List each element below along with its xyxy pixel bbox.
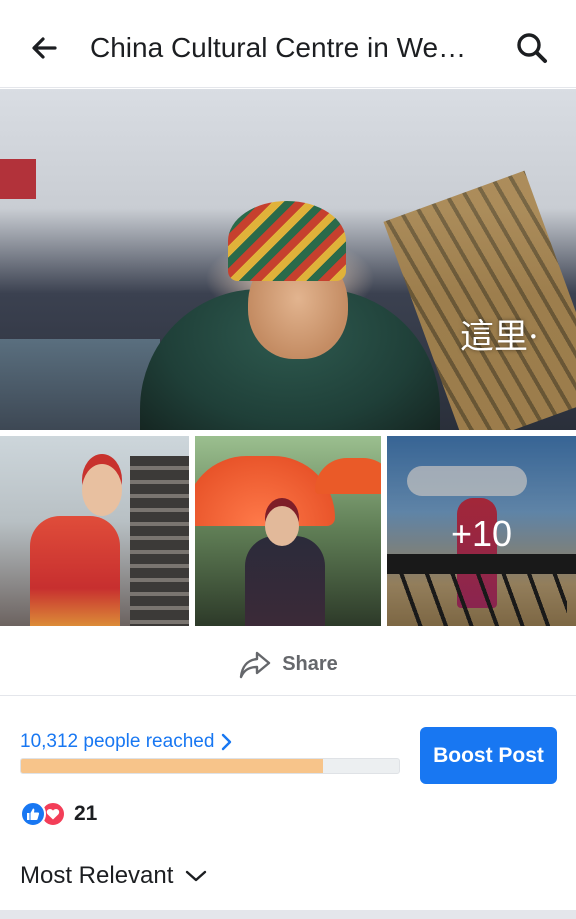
reach-progress-fill — [21, 759, 324, 773]
post-photo-2[interactable] — [0, 436, 189, 626]
dancer-head-shape — [82, 464, 122, 516]
girl-face-shape — [265, 506, 299, 546]
section-divider — [0, 910, 576, 919]
like-icon — [20, 801, 46, 827]
girl-shape — [245, 536, 325, 626]
reach-progress-bar — [20, 758, 400, 774]
drum-tower-shape — [130, 456, 189, 626]
share-button[interactable]: Share — [228, 643, 348, 687]
umbrella-shape-2 — [315, 458, 381, 494]
search-icon — [517, 33, 547, 63]
share-row: Share — [0, 634, 576, 696]
reactions-summary[interactable]: 21 — [20, 800, 97, 828]
search-button[interactable] — [508, 26, 556, 70]
share-icon — [240, 651, 271, 678]
chevron-right-icon — [222, 733, 232, 751]
page-title: China Cultural Centre in We… — [90, 32, 467, 63]
people-reached-label: 10,312 people reached — [20, 731, 215, 752]
people-reached-link[interactable]: 10,312 people reached — [20, 730, 232, 754]
top-app-bar: China Cultural Centre in We… — [0, 0, 576, 88]
share-label: Share — [282, 653, 338, 675]
crowd-shape — [0, 339, 160, 430]
more-photos-count: +10 — [450, 513, 513, 554]
flag-shape — [0, 159, 36, 199]
boost-post-button[interactable]: Boost Post — [420, 727, 557, 784]
dancer-shape — [30, 516, 120, 626]
post-photo-main[interactable]: 這里· — [0, 89, 576, 430]
sort-label: Most Relevant — [20, 862, 174, 889]
chevron-down-icon — [186, 870, 207, 882]
post-photo-4[interactable]: +10 — [387, 436, 576, 626]
photo-caption-text: 這里· — [460, 317, 539, 357]
post-photo-3[interactable] — [195, 436, 381, 626]
musician-hat-shape — [228, 201, 346, 281]
arrow-left-icon — [32, 37, 57, 59]
comment-sort-dropdown[interactable]: Most Relevant — [20, 858, 207, 894]
back-button[interactable] — [20, 26, 68, 70]
reaction-count: 21 — [74, 802, 98, 825]
umbrella-shape — [195, 456, 335, 526]
